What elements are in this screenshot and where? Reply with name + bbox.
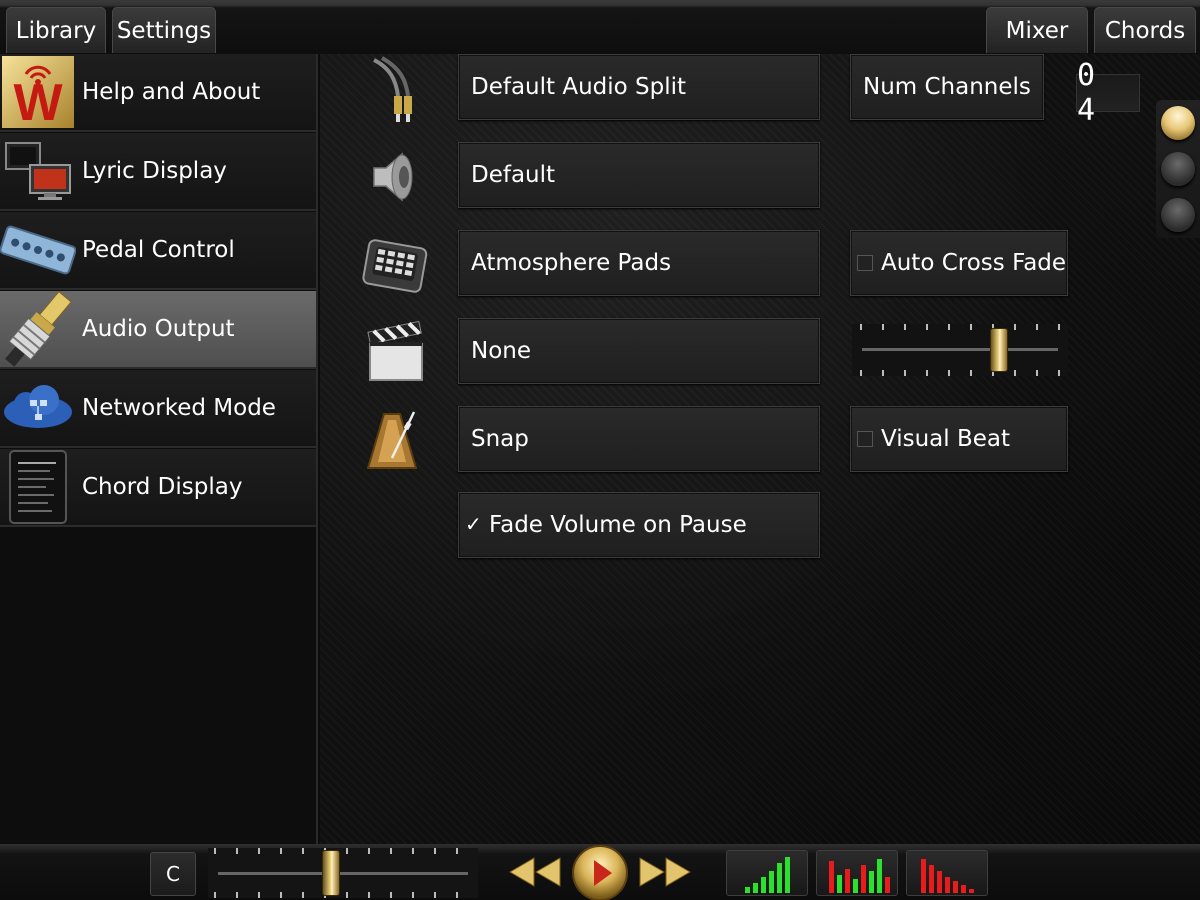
sidebar-item-help-and-about[interactable]: W Help and About — [0, 54, 316, 132]
page-selector — [1156, 100, 1200, 238]
pads-value: Atmosphere Pads — [471, 250, 672, 276]
transport-bar: C — [0, 844, 1200, 900]
slider-track — [862, 348, 1058, 351]
metronome-sound-value: Snap — [471, 426, 529, 452]
metronome-icon — [360, 406, 430, 476]
sidebar-item-networked-mode[interactable]: Networked Mode — [0, 370, 316, 448]
slider-ticks-top — [860, 324, 1060, 330]
green-meter-button[interactable] — [726, 850, 808, 896]
tab-mixer[interactable]: Mixer — [986, 7, 1088, 53]
sidebar-item-label: Networked Mode — [82, 395, 276, 421]
video-output-select[interactable]: None — [458, 318, 820, 384]
tab-library[interactable]: Library — [6, 7, 106, 53]
red-meter-button[interactable] — [906, 850, 988, 896]
play-icon — [572, 845, 628, 900]
sidebar-item-lyric-display[interactable]: Lyric Display — [0, 133, 316, 211]
num-channels-counter[interactable]: 0 4 — [1076, 58, 1140, 128]
fade-volume-on-pause-toggle[interactable]: ✓ Fade Volume on Pause — [458, 492, 820, 558]
sidebar-item-chord-display[interactable]: Chord Display — [0, 449, 316, 527]
audio-output-settings-panel: Default Audio Split Num Channels 0 4 Def… — [320, 54, 1200, 844]
sidebar-item-audio-output[interactable]: Audio Output — [0, 291, 316, 369]
audio-cables-icon — [360, 56, 430, 126]
visual-beat-label: Visual Beat — [881, 426, 1011, 452]
red-meter-icon — [921, 859, 974, 893]
song-position-slider[interactable] — [208, 848, 478, 898]
w-logo-icon: W — [0, 54, 76, 130]
green-meter-icon — [745, 857, 790, 893]
rewind-icon — [509, 857, 561, 887]
tab-settings[interactable]: Settings — [112, 7, 216, 53]
audio-split-select[interactable]: Default Audio Split — [458, 54, 820, 120]
slider-ticks-bottom — [860, 370, 1060, 376]
drum-pad-icon — [360, 230, 430, 300]
sidebar-item-label: Chord Display — [82, 474, 243, 500]
chord-sheet-icon — [0, 449, 76, 525]
song-position-thumb[interactable] — [322, 850, 341, 896]
speaker-icon — [360, 142, 430, 212]
visual-beat-toggle[interactable]: Visual Beat — [850, 406, 1068, 472]
sidebar-item-label: Pedal Control — [82, 237, 235, 263]
pedal-board-icon — [0, 212, 76, 288]
settings-sidebar: W Help and About Lyric Display Pedal Con… — [0, 54, 318, 844]
page-selector-dot-1[interactable] — [1161, 106, 1195, 140]
play-button[interactable] — [570, 844, 630, 900]
top-tab-bar: Library Settings Mixer Chords — [0, 0, 1200, 54]
output-device-value: Default — [471, 162, 556, 188]
sidebar-item-pedal-control[interactable]: Pedal Control — [0, 212, 316, 290]
video-output-value: None — [471, 338, 532, 364]
fast-forward-icon — [639, 857, 691, 887]
audio-split-value: Default Audio Split — [471, 74, 687, 100]
page-selector-dot-3[interactable] — [1161, 198, 1195, 232]
tab-chords[interactable]: Chords — [1094, 7, 1196, 53]
sidebar-item-label: Audio Output — [82, 316, 235, 342]
rewind-button[interactable] — [506, 850, 562, 898]
sidebar-item-label: Lyric Display — [82, 158, 227, 184]
metronome-sound-select[interactable]: Snap — [458, 406, 820, 472]
sidebar-item-label: Help and About — [82, 79, 261, 105]
red-green-meter-button[interactable] — [816, 850, 898, 896]
cloud-network-icon — [0, 370, 76, 446]
audio-cable-icon — [0, 291, 76, 367]
pads-select[interactable]: Atmosphere Pads — [458, 230, 820, 296]
auto-cross-fade-toggle[interactable]: Auto Cross Fade — [850, 230, 1068, 296]
output-device-select[interactable]: Default — [458, 142, 820, 208]
monitors-icon — [0, 133, 76, 209]
auto-cross-fade-checkbox[interactable] — [857, 255, 873, 271]
red-green-meter-icon — [829, 859, 890, 893]
position-ticks-bottom — [214, 892, 474, 898]
clapperboard-icon — [360, 318, 430, 388]
position-track — [218, 872, 468, 875]
auto-cross-fade-label: Auto Cross Fade — [881, 250, 1067, 276]
num-channels-label: Num Channels — [863, 74, 1031, 100]
visual-beat-checkbox[interactable] — [857, 431, 873, 447]
fade-volume-label: Fade Volume on Pause — [489, 512, 747, 538]
crossfade-slider-thumb[interactable] — [990, 328, 1009, 372]
fast-forward-button[interactable] — [638, 850, 694, 898]
position-ticks-top — [214, 848, 474, 854]
crossfade-slider[interactable] — [852, 324, 1068, 376]
key-button[interactable]: C — [150, 852, 196, 896]
fade-volume-checkbox[interactable]: ✓ — [465, 514, 482, 534]
page-selector-dot-2[interactable] — [1161, 152, 1195, 186]
num-channels-button[interactable]: Num Channels — [850, 54, 1044, 120]
